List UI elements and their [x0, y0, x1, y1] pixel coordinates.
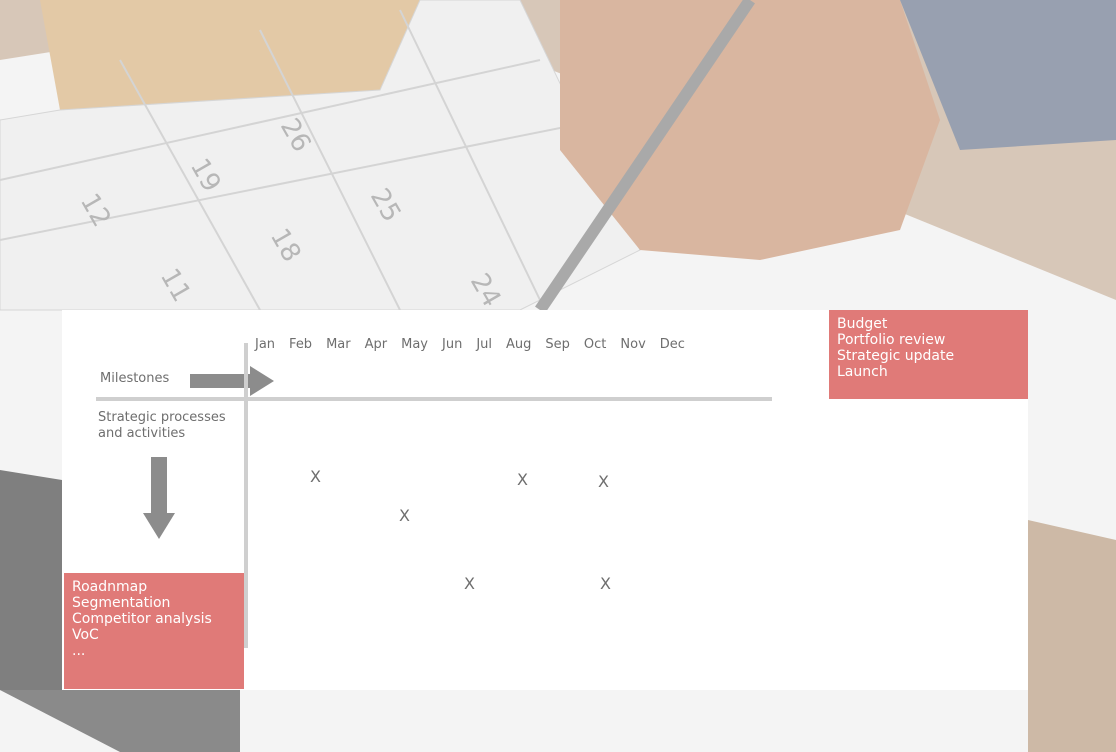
- month-oct: Oct: [583, 337, 607, 352]
- process-label-line1: Strategic processes: [98, 410, 226, 425]
- month-header-row: Jan Feb Mar Apr May Jun Jul Aug Sep Oct …: [255, 337, 755, 357]
- activity-mark: X: [310, 467, 321, 486]
- timeline-axis-line: [244, 343, 248, 648]
- month-may: May: [401, 337, 428, 352]
- milestone-item: Portfolio review: [837, 332, 946, 348]
- milestones-box: Budget Portfolio review Strategic update…: [829, 310, 1028, 399]
- activities-box: Roadnmap Segmentation Competitor analysi…: [64, 573, 244, 689]
- activity-item: Segmentation: [72, 595, 171, 611]
- right-arrow-icon: [190, 366, 274, 396]
- milestone-item: Launch: [837, 364, 888, 380]
- activity-mark: X: [600, 574, 611, 593]
- month-sep: Sep: [545, 337, 570, 352]
- milestone-item: Budget: [837, 316, 888, 332]
- activity-mark: X: [517, 470, 528, 489]
- activity-mark: X: [399, 506, 410, 525]
- activity-item: Roadnmap: [72, 579, 148, 595]
- activity-mark: X: [464, 574, 475, 593]
- down-arrow-icon: [143, 457, 175, 539]
- activity-mark: X: [598, 472, 609, 491]
- activity-item: VoC: [72, 627, 99, 643]
- month-mar: Mar: [326, 337, 351, 352]
- activity-item: Competitor analysis: [72, 611, 212, 627]
- month-nov: Nov: [620, 337, 646, 352]
- month-apr: Apr: [364, 337, 388, 352]
- month-jan: Jan: [255, 337, 276, 352]
- activity-item: ...: [72, 643, 86, 659]
- milestones-label: Milestones: [100, 371, 170, 386]
- milestones-divider: [96, 397, 772, 401]
- month-jun: Jun: [442, 337, 463, 352]
- process-label-line2: and activities: [98, 426, 186, 441]
- milestone-item: Strategic update: [837, 348, 955, 364]
- month-feb: Feb: [289, 337, 313, 352]
- month-jul: Jul: [476, 337, 492, 352]
- month-aug: Aug: [506, 337, 532, 352]
- month-dec: Dec: [659, 337, 685, 352]
